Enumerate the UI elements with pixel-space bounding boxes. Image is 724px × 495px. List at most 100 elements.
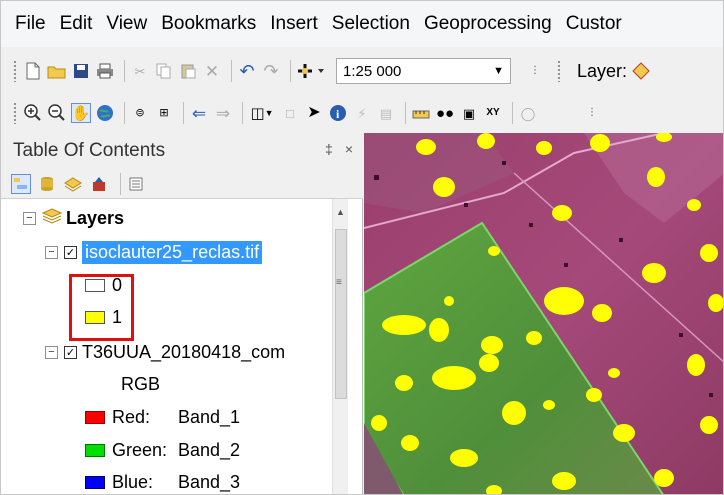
layers-group-label: Layers xyxy=(66,207,125,228)
print-icon[interactable] xyxy=(95,61,115,81)
layer-row-t36uua[interactable]: − ✓ T36UUA_20180418_com xyxy=(45,337,285,367)
collapse-icon[interactable]: − xyxy=(45,345,58,359)
toolbar-separator xyxy=(512,102,513,124)
new-document-icon[interactable] xyxy=(23,61,43,81)
table-of-contents-panel: Table Of Contents ‡ × − Layers − ✓ isocl… xyxy=(1,133,363,494)
map-scale-combo[interactable]: 1:25 000 ▼ xyxy=(336,58,511,84)
layer-visibility-checkbox[interactable]: ✓ xyxy=(64,345,77,359)
scroll-up-icon[interactable]: ▲ xyxy=(336,207,345,217)
chevron-down-icon: ▼ xyxy=(493,65,504,77)
identify-icon[interactable]: i xyxy=(328,103,348,123)
layer-visibility-checkbox[interactable]: ✓ xyxy=(64,245,77,259)
toc-scrollbar[interactable]: ▲ ≡ xyxy=(332,199,348,494)
toolbar-grip[interactable] xyxy=(557,60,561,82)
toolbar-separator xyxy=(183,102,184,124)
menu-bar: File Edit View Bookmarks Insert Selectio… xyxy=(1,1,723,47)
band-blue-row[interactable]: Blue: Band_3 xyxy=(85,467,241,494)
band-red-value: Band_1 xyxy=(178,406,241,427)
map-canvas xyxy=(364,133,723,494)
zoom-out-icon[interactable] xyxy=(47,103,67,123)
toolbar-separator xyxy=(290,60,291,82)
toolbar-overflow-icon[interactable]: ⋮ xyxy=(582,103,602,123)
layer-name[interactable]: T36UUA_20180418_com xyxy=(82,342,285,363)
undo-icon[interactable]: ↶ xyxy=(237,61,257,81)
list-by-source-icon[interactable] xyxy=(37,174,57,194)
html-popup-icon[interactable]: ▤ xyxy=(376,103,396,123)
measure-icon[interactable] xyxy=(411,103,431,123)
toolbar-separator xyxy=(124,60,125,82)
green-band-swatch xyxy=(85,443,105,457)
arcmap-window: File Edit View Bookmarks Insert Selectio… xyxy=(0,0,724,495)
zoom-in-icon[interactable] xyxy=(23,103,43,123)
toc-toolbar xyxy=(1,169,363,199)
map-display[interactable] xyxy=(364,133,723,494)
menu-edit[interactable]: Edit xyxy=(60,13,93,35)
time-slider-icon[interactable]: ◯ xyxy=(518,103,538,123)
toolbar-grip[interactable] xyxy=(13,102,17,124)
options-icon[interactable] xyxy=(126,174,146,194)
layer-tree: − Layers − ✓ isoclauter25_reclas.tif 0 1 xyxy=(1,199,347,494)
list-by-selection-icon[interactable] xyxy=(89,174,109,194)
list-by-drawing-order-icon[interactable] xyxy=(11,173,31,194)
band-green-row[interactable]: Green: Band_2 xyxy=(85,435,240,465)
open-folder-icon[interactable] xyxy=(47,61,67,81)
forward-extent-icon[interactable]: ⇒ xyxy=(213,103,233,123)
toolbar-overflow-icon[interactable]: ⋮ xyxy=(525,61,545,81)
legend-highlight-box xyxy=(69,274,134,341)
collapse-icon[interactable]: − xyxy=(23,211,36,225)
blue-band-swatch xyxy=(85,475,105,489)
pan-hand-icon[interactable]: ✋ xyxy=(71,103,91,123)
scrollbar-thumb[interactable] xyxy=(335,229,347,399)
toolbar-separator xyxy=(120,172,121,195)
band-blue-label: Blue: xyxy=(112,471,154,492)
band-blue-value: Band_3 xyxy=(178,471,241,492)
toolbar-grip[interactable] xyxy=(13,60,17,82)
cut-icon[interactable]: ✂ xyxy=(130,61,150,81)
copy-icon[interactable] xyxy=(154,61,174,81)
collapse-icon[interactable]: − xyxy=(45,245,58,259)
layers-group-row[interactable]: − Layers xyxy=(23,203,124,233)
select-elements-arrow-icon[interactable]: ➤ xyxy=(304,103,324,123)
red-band-swatch xyxy=(85,410,105,424)
rgb-label: RGB xyxy=(121,373,161,394)
menu-file[interactable]: File xyxy=(15,13,46,35)
menu-insert[interactable]: Insert xyxy=(270,13,318,35)
toolbar-separator xyxy=(242,102,243,124)
standard-toolbar: ✂ ✕ ↶ ↷ 1:25 000 ▼ ⋮ Layer: xyxy=(1,51,723,91)
scrollbar-grip-icon: ≡ xyxy=(336,277,342,288)
redo-icon[interactable]: ↷ xyxy=(261,61,281,81)
add-data-icon[interactable] xyxy=(296,61,326,81)
toc-header: Table Of Contents ‡ × xyxy=(1,133,363,169)
band-red-row[interactable]: Red: Band_1 xyxy=(85,402,240,432)
save-icon[interactable] xyxy=(71,61,91,81)
select-features-icon[interactable]: ◫ ▼ xyxy=(248,103,276,123)
menu-geoprocessing[interactable]: Geoprocessing xyxy=(424,13,552,35)
band-red-label: Red: xyxy=(112,406,151,427)
render-type-label: RGB xyxy=(121,369,160,399)
toolbar-separator xyxy=(124,102,125,124)
find-route-icon[interactable]: ▣ xyxy=(459,103,479,123)
band-green-value: Band_2 xyxy=(178,439,241,460)
toolbar-separator xyxy=(231,60,232,82)
paste-icon[interactable] xyxy=(178,61,198,81)
delete-icon[interactable]: ✕ xyxy=(202,61,222,81)
close-icon[interactable]: × xyxy=(345,141,353,157)
hyperlink-icon[interactable]: ⚡ xyxy=(352,103,372,123)
menu-customize[interactable]: Custor xyxy=(566,13,622,35)
back-extent-icon[interactable]: ⇐ xyxy=(189,103,209,123)
list-by-visibility-icon[interactable] xyxy=(63,174,83,194)
full-extent-globe-icon[interactable] xyxy=(95,103,115,123)
find-binoculars-icon[interactable]: ●● xyxy=(435,103,455,123)
layers-stack-icon xyxy=(41,207,63,229)
layer-icon xyxy=(631,61,651,81)
menu-bookmarks[interactable]: Bookmarks xyxy=(161,13,256,35)
pin-icon[interactable]: ‡ xyxy=(325,141,333,157)
layer-row-isoclauter[interactable]: − ✓ isoclauter25_reclas.tif xyxy=(45,237,263,267)
fixed-zoom-out-icon[interactable]: ⊞ xyxy=(154,103,174,123)
layer-name-selected[interactable]: isoclauter25_reclas.tif xyxy=(82,240,263,264)
clear-selection-icon[interactable]: □ xyxy=(280,103,300,123)
menu-selection[interactable]: Selection xyxy=(332,13,410,35)
go-to-xy-icon[interactable]: XY xyxy=(483,103,503,123)
menu-view[interactable]: View xyxy=(106,13,147,35)
fixed-zoom-in-icon[interactable]: ⊜ xyxy=(130,103,150,123)
